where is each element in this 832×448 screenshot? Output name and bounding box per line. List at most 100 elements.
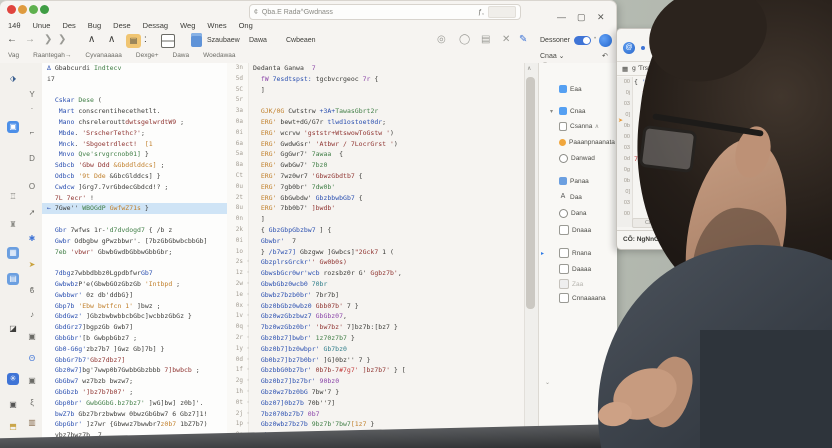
code-line[interactable]: 1h ◦ Gbz0wz7bz0bG 7bw'7 } — [227, 387, 524, 398]
gutter-marker-icon[interactable] — [243, 139, 253, 150]
gutter-marker-icon[interactable] — [243, 106, 253, 117]
back-icon[interactable]: ← — [7, 34, 17, 45]
run-arrow-icon[interactable]: ▸ — [541, 250, 547, 257]
menu-item[interactable]: Unue — [33, 21, 51, 30]
code-line[interactable]: 0t ◦ Gbz07]0bz7b 70b''7] — [227, 398, 524, 409]
traffic-light-icon[interactable] — [29, 5, 38, 14]
tree-item-label[interactable]: Cnaa — [570, 108, 586, 115]
code-line[interactable]: GbbGr7b7'Gbz7dbz7] — [42, 355, 227, 366]
code-line[interactable]: Gwbbwr' 0z db'ddbG}] — [42, 290, 227, 301]
code-line[interactable]: 0i Gbwbr' 7 — [227, 236, 524, 247]
gutter-marker-icon[interactable]: ◦ — [243, 257, 253, 268]
gutter-marker-icon[interactable]: ◦ — [243, 344, 253, 355]
code-line[interactable]: 5a ERG' GgGwr7' 7awaa { — [227, 149, 524, 160]
tree-item-label[interactable]: Csanna — [570, 123, 592, 130]
tool-strip-icon[interactable]: ✱ — [26, 233, 38, 245]
code-line[interactable]: 1v ◦ Gbz0wzGbzbwz7 GbGbz07, — [227, 311, 524, 322]
tree-item-label[interactable]: Dnaaa — [572, 227, 591, 234]
code-line[interactable]: 0i ERG' wcrvw 'gststr+WtswowToGstw ') — [227, 128, 524, 139]
tool-strip-icon[interactable]: ▣ — [26, 375, 38, 387]
tool-strip-icon[interactable]: ξ — [26, 397, 38, 409]
code-line[interactable]: 2w ◦ GbwbGbz0wcb0 70br — [227, 279, 524, 290]
tool-strip-icon[interactable]: ⬒ — [7, 421, 19, 433]
grid-tool-icon[interactable] — [161, 34, 175, 48]
tree-item-label[interactable]: Cnnaaaana — [572, 295, 606, 302]
gutter-marker-icon[interactable]: ◦ — [243, 355, 253, 366]
panel-scroll-chevron-icon[interactable]: ⌄ — [545, 379, 550, 386]
code-line[interactable]: Odbcb '9t Dde &GbcGlddcs] } — [42, 171, 227, 182]
gutter-marker-icon[interactable]: ◦ — [243, 387, 253, 398]
tree-item[interactable]: Csanna ʌ — [541, 122, 601, 131]
code-line[interactable]: 0u ERG' 7gb0br' 7dw0b' — [227, 182, 524, 193]
tree-item-label[interactable]: Zaa — [572, 281, 583, 288]
code-line[interactable]: 1e ◦ Gbwbz7bzb0br' 7br7b] — [227, 290, 524, 301]
chevron-icon[interactable]: ▾ — [550, 108, 556, 115]
code-line[interactable] — [42, 214, 227, 225]
home-icon[interactable]: ∧ — [88, 34, 95, 45]
code-line[interactable]: Gbz0w7]bg'7wwp0b7GwbbGbzbbb 7]bwbcb ; — [42, 365, 227, 376]
menu-item[interactable]: Dessag — [143, 21, 168, 30]
tree-item-label[interactable]: Paaanpnaanata — [569, 139, 615, 146]
gutter-marker-icon[interactable] — [243, 85, 253, 96]
tree-item[interactable]: Daaaa — [541, 264, 600, 274]
gutter-marker-icon[interactable]: ◦ — [243, 301, 253, 312]
maximize-button[interactable]: ▢ — [577, 12, 586, 23]
tool-strip-icon[interactable]: Θ — [26, 353, 38, 365]
code-line[interactable]: 2j ◦ 7bz070bz7b7 0b7 — [227, 409, 524, 420]
code-line[interactable]: Mano chsrelerouttdwtsgelwrdtW9 ; — [42, 117, 227, 128]
scrollbar-thumb[interactable] — [526, 77, 535, 309]
code-line[interactable]: Gwbr Odbgbw gPwzbbwr'. [7bzGbGbwbcbbGb] — [42, 236, 227, 247]
code-line[interactable]: GbGbw7 wz7bzb bwzw7; — [42, 376, 227, 387]
home2-icon[interactable]: ∧ — [108, 34, 115, 45]
tree-item-label[interactable]: Daa — [570, 194, 582, 201]
designer-label[interactable]: Dessoner — [540, 37, 570, 44]
tree-item[interactable]: Zaa — [541, 279, 592, 289]
code-line[interactable]: 0n ] — [227, 214, 524, 225]
editor-pane-left[interactable]: Δ Gbabcurdi Indtecv i7 Cskar Dese ( Mart … — [42, 63, 227, 448]
code-line[interactable]: 1z ◦ GbwsbGcr0wr'wcb rozsbz0r G' Ggbz7b'… — [227, 268, 524, 279]
code-line[interactable]: Gbp7b 'Ebw bwtfcn 1' ]bwz ; — [42, 301, 227, 312]
gutter-marker-icon[interactable]: ◦ — [243, 419, 253, 430]
menu-item[interactable]: 14θ — [8, 21, 21, 30]
code-line[interactable]: 3n Dedanta Ganwa 7 — [227, 63, 524, 74]
code-line[interactable]: Mbde. 'SrscherTethc?'; — [42, 128, 227, 139]
tool-strip-icon[interactable]: ⬗ — [7, 73, 19, 85]
tree-item-label[interactable]: Daaaa — [572, 266, 591, 273]
scroll-up-icon[interactable]: ∧ — [527, 65, 531, 72]
tool-strip-icon[interactable]: ✳ — [7, 373, 19, 385]
toolbar-label[interactable]: Dawa — [249, 37, 267, 44]
code-line[interactable]: 5d fW 7esdtspst: tgcbvcrgeoc 7r { — [227, 74, 524, 85]
menu-item[interactable]: Ong — [239, 21, 253, 30]
tree-item[interactable]: Paaanpnaanata — [541, 139, 624, 146]
tree-item[interactable]: Dana — [541, 209, 596, 218]
tree-item[interactable]: Panaa — [541, 177, 598, 185]
menu-item[interactable]: Bug — [88, 21, 101, 30]
tool-strip-icon[interactable]: ▣ — [26, 331, 38, 343]
gutter-marker-icon[interactable] — [243, 171, 253, 182]
breadcrumb-item[interactable]: Woedawaa — [203, 52, 235, 59]
gutter-marker-icon[interactable] — [243, 149, 253, 160]
code-line[interactable] — [42, 85, 227, 96]
code-line[interactable]: 8a ERG' GwbGw7' 7bz0 — [227, 160, 524, 171]
code-line[interactable]: 1y ◦ Gbz0b7]bz0wbpr' Gb7bz0 — [227, 344, 524, 355]
chevron-right-icon[interactable]: ❯ — [44, 34, 52, 45]
toolbar-label[interactable]: Szaubaew — [207, 37, 240, 44]
code-line[interactable]: 1f ◦ GbzbbG0bz7br' 0b7b-7#7g7' ]bz7b7' }… — [227, 365, 524, 376]
gutter-marker-icon[interactable]: ◦ — [243, 268, 253, 279]
breadcrumb-item[interactable]: Dawa — [173, 52, 190, 59]
menu-item[interactable]: Wnes — [207, 21, 226, 30]
code-line[interactable]: Δ Gbabcurdi Indtecv — [42, 63, 227, 74]
code-line[interactable]: GbbGbr'[b GwbpbGbz7 ; — [42, 333, 227, 344]
code-line[interactable]: GwbwbzP'e(GbwbGOzGbzGb 'Intbpd ; — [42, 279, 227, 290]
tree-item[interactable]: ▾ Cnaa — [541, 107, 595, 115]
menu-item[interactable]: Des — [62, 21, 75, 30]
tool-strip-icon[interactable]: O — [26, 181, 38, 193]
code-line[interactable]: 2k { GbzGbpGbzbw7 ] { — [227, 225, 524, 236]
toolbar-icon[interactable]: ◎ — [437, 34, 446, 45]
tool-strip-icon[interactable]: ⌐ — [26, 127, 38, 139]
code-line[interactable]: Cskar Dese ( — [42, 95, 227, 106]
tree-item-label[interactable]: Panaa — [570, 178, 589, 185]
tree-item[interactable]: ▸ Rnana — [541, 248, 600, 258]
bookmark-arrow-icon[interactable]: ➤ — [618, 117, 623, 124]
gutter-marker-icon[interactable] — [243, 182, 253, 193]
